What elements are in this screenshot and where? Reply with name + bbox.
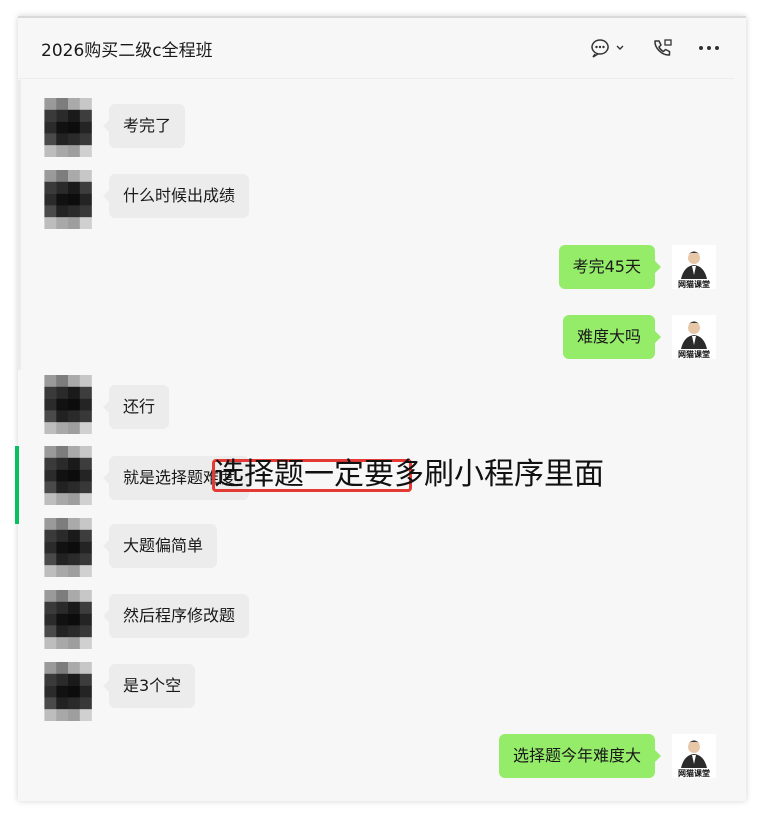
chat-header: 2026购买二级c全程班 xyxy=(18,18,734,79)
message-bubble[interactable]: 还行 xyxy=(102,385,170,429)
message-bubble[interactable]: 大题偏简单 xyxy=(102,524,218,568)
my-avatar-label: 网猫课堂 xyxy=(678,350,710,359)
my-avatar-label: 网猫课堂 xyxy=(678,769,710,778)
chat-options-button[interactable] xyxy=(590,38,630,58)
call-button[interactable] xyxy=(652,38,674,58)
my-avatar[interactable]: 网猫课堂 xyxy=(672,245,716,289)
message-bubble[interactable]: 难度大吗 xyxy=(562,315,662,359)
my-avatar[interactable]: 网猫课堂 xyxy=(672,734,716,778)
my-avatar-label: 网猫课堂 xyxy=(678,280,710,289)
message-bubble[interactable]: 考完45天 xyxy=(558,245,662,289)
contact-avatar[interactable] xyxy=(44,590,92,649)
message-bubble[interactable]: 然后程序修改题 xyxy=(102,594,250,638)
more-dots-icon xyxy=(699,46,719,50)
message-bubble[interactable]: 选择题今年难度大 xyxy=(498,734,662,778)
my-avatar[interactable]: 网猫课堂 xyxy=(672,315,716,359)
chat-bubble-icon xyxy=(591,39,624,58)
contact-avatar[interactable] xyxy=(44,170,92,229)
message-bubble[interactable]: 什么时候出成绩 xyxy=(102,174,250,218)
contact-avatar[interactable] xyxy=(44,662,92,721)
contact-avatar[interactable] xyxy=(44,518,92,577)
chat-title: 2026购买二级c全程班 xyxy=(41,41,213,61)
contact-avatar[interactable] xyxy=(44,98,92,157)
more-options-button[interactable] xyxy=(698,38,720,58)
contact-avatar[interactable] xyxy=(44,446,92,505)
message-bubble[interactable]: 是3个空 xyxy=(102,664,196,708)
message-bubble[interactable]: 考完了 xyxy=(102,104,186,148)
phone-call-icon xyxy=(654,39,672,56)
window-edge xyxy=(18,80,21,370)
overlay-caption: 选择题一定要多刷小程序里面 xyxy=(214,457,604,492)
selection-marker xyxy=(15,446,19,524)
contact-avatar[interactable] xyxy=(44,375,92,434)
